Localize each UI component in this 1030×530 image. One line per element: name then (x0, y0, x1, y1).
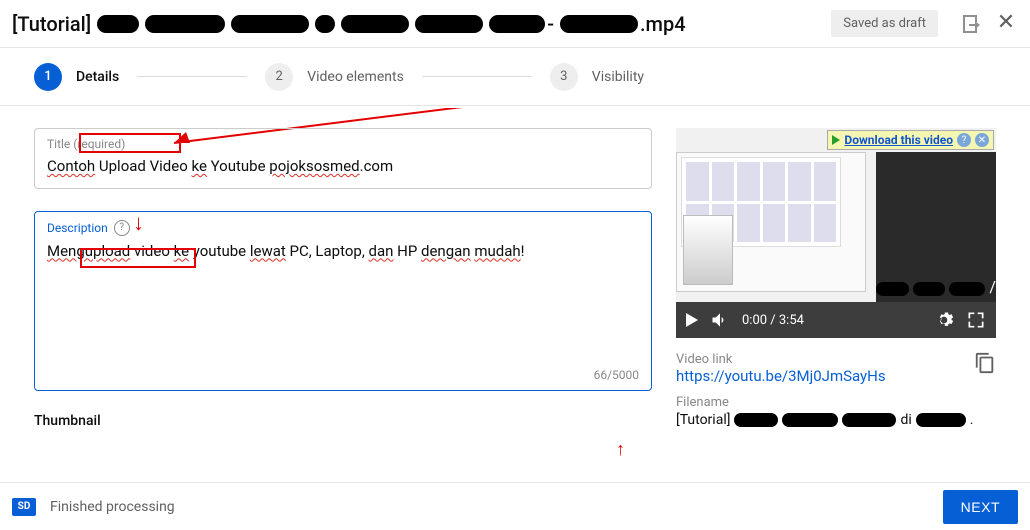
help-icon[interactable]: ? (957, 133, 971, 147)
redacted (734, 413, 778, 427)
step-label: Visibility (592, 69, 644, 85)
redacted (145, 15, 225, 33)
redacted (315, 15, 335, 33)
step-num: 3 (550, 63, 578, 91)
redacted (341, 15, 409, 33)
redacted (231, 15, 309, 33)
title-field[interactable]: Title (required) Contoh Upload Video ke … (34, 128, 652, 189)
redacted (489, 15, 545, 33)
video-time: 0:00 / 3:54 (742, 313, 804, 328)
download-video-bar[interactable]: Download this video ? ✕ (827, 130, 994, 150)
step-divider (137, 76, 247, 77)
stepper: 1 Details 2 Video elements 3 Visibility (0, 48, 1030, 106)
next-button[interactable]: NEXT (943, 490, 1018, 524)
redacted (913, 282, 944, 296)
processing-status: Finished processing (50, 499, 175, 515)
redacted (560, 15, 638, 33)
video-filename-title: [Tutorial] - .mp4 (12, 12, 831, 36)
sd-badge: SD (12, 498, 36, 516)
filename-label: Filename (676, 395, 996, 410)
redacted (916, 413, 966, 427)
step-visibility[interactable]: 3 Visibility (550, 63, 644, 91)
title-suffix: .mp4 (640, 12, 686, 36)
redacted (949, 282, 986, 296)
settings-icon[interactable] (934, 310, 954, 330)
play-triangle-icon (832, 135, 840, 145)
video-thumbnail (676, 152, 866, 292)
thumbnail-heading: Thumbnail (34, 413, 652, 429)
step-num: 1 (34, 63, 62, 91)
step-num: 2 (265, 63, 293, 91)
help-icon[interactable]: ? (114, 220, 130, 236)
description-field[interactable]: Description ? Mengupload video ke youtub… (34, 211, 652, 391)
redacted (97, 15, 139, 33)
video-link[interactable]: https://youtu.be/3Mj0JmSayHs (676, 367, 886, 385)
redacted (842, 413, 896, 427)
title-prefix: [Tutorial] (12, 12, 91, 36)
play-button[interactable] (686, 313, 698, 327)
redacted (782, 413, 838, 427)
step-video-elements[interactable]: 2 Video elements (265, 63, 404, 91)
step-label: Video elements (307, 69, 404, 85)
close-icon[interactable]: ✕ (975, 133, 989, 147)
step-details[interactable]: 1 Details (34, 63, 119, 91)
step-label: Details (76, 69, 119, 85)
feedback-icon[interactable] (960, 12, 984, 36)
filename-value: [Tutorial] di . (676, 412, 996, 428)
dialog-footer: SD Finished processing NEXT (0, 482, 1030, 530)
download-link[interactable]: Download this video (844, 133, 953, 147)
saved-as-draft-badge: Saved as draft (831, 10, 938, 37)
volume-icon[interactable] (710, 310, 730, 330)
annotation-arrow-down: ↓ (133, 210, 144, 236)
close-icon[interactable]: ✕ (994, 12, 1018, 36)
video-link-label: Video link (676, 352, 886, 367)
annotation-arrow-up: ↑ (616, 439, 625, 460)
left-column: Title (required) Contoh Upload Video ke … (34, 128, 652, 482)
copy-icon[interactable] (974, 352, 996, 374)
redacted (415, 15, 483, 33)
main-content: Title (required) Contoh Upload Video ke … (0, 108, 1030, 482)
video-controls: 0:00 / 3:54 (676, 302, 996, 338)
char-count: 66/5000 (594, 368, 639, 382)
step-divider (422, 76, 532, 77)
title-label: Title (required) (47, 137, 639, 151)
dialog-header: [Tutorial] - .mp4 Saved as draft ✕ (0, 0, 1030, 48)
fullscreen-icon[interactable] (966, 310, 986, 330)
video-metadata: Video link https://youtu.be/3Mj0JmSayHs … (676, 352, 996, 428)
title-input[interactable]: Contoh Upload Video ke Youtube pojoksosm… (47, 155, 639, 178)
redacted (876, 282, 909, 296)
description-input[interactable]: Mengupload video ke youtube lewat PC, La… (47, 240, 639, 263)
right-column: Download this video ? ✕ / 0:00 / 3:54 (676, 128, 996, 482)
video-preview-panel: Download this video ? ✕ / 0:00 / 3:54 (676, 128, 996, 338)
